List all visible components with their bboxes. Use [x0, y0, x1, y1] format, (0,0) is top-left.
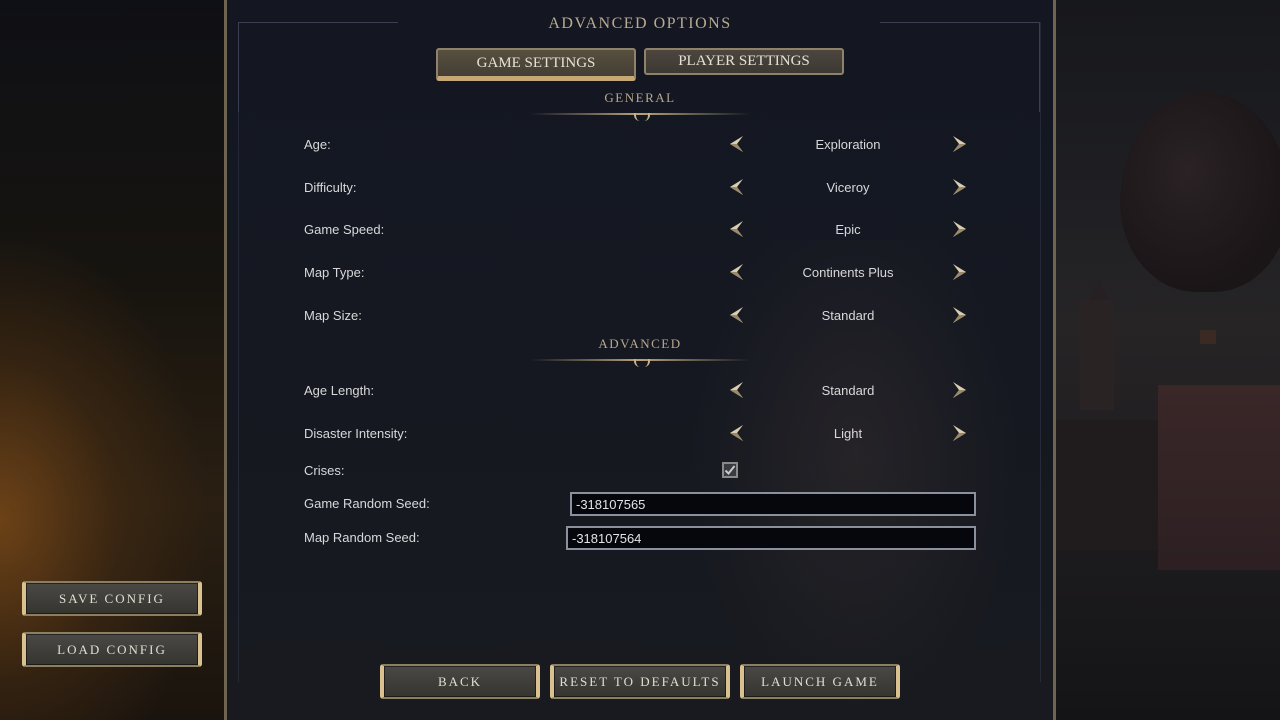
age-length-value: Standard	[821, 383, 875, 398]
map-size-prev-button[interactable]	[729, 306, 745, 324]
age-length-prev-button[interactable]	[729, 381, 745, 399]
age-next-button[interactable]	[951, 135, 967, 153]
age-length-label: Age Length:	[304, 383, 375, 398]
map-random-seed-input[interactable]	[566, 526, 976, 550]
tab-player-settings[interactable]: PLAYER SETTINGS	[644, 48, 844, 75]
crises-checkbox[interactable]	[722, 462, 738, 478]
chevron-left-icon	[730, 136, 743, 152]
background-tower	[1080, 300, 1114, 410]
chevron-left-icon	[730, 307, 743, 323]
difficulty-value: Viceroy	[826, 180, 870, 195]
section-divider-advanced	[530, 359, 750, 367]
background-wall	[1056, 420, 1166, 550]
save-config-button[interactable]: SAVE CONFIG	[22, 581, 202, 616]
map-random-seed-label: Map Random Seed:	[304, 530, 420, 545]
chevron-left-icon	[730, 179, 743, 195]
chevron-right-icon	[953, 136, 966, 152]
back-button[interactable]: BACK	[380, 664, 540, 699]
game-speed-value: Epic	[835, 222, 861, 237]
difficulty-next-button[interactable]	[951, 178, 967, 196]
background-fortress	[1158, 385, 1280, 570]
map-type-label: Map Type:	[304, 265, 365, 280]
game-speed-label: Game Speed:	[304, 222, 385, 237]
tab-game-settings[interactable]: GAME SETTINGS	[436, 48, 636, 81]
map-size-next-button[interactable]	[951, 306, 967, 324]
map-type-value: Continents Plus	[802, 265, 894, 280]
game-random-seed-input[interactable]	[570, 492, 976, 516]
game-speed-next-button[interactable]	[951, 220, 967, 238]
chevron-left-icon	[730, 264, 743, 280]
launch-game-button[interactable]: LAUNCH GAME	[740, 664, 900, 699]
map-size-value: Standard	[821, 308, 875, 323]
chevron-right-icon	[953, 179, 966, 195]
game-speed-prev-button[interactable]	[729, 220, 745, 238]
chevron-left-icon	[730, 425, 743, 441]
map-type-next-button[interactable]	[951, 263, 967, 281]
chevron-right-icon	[953, 264, 966, 280]
section-divider-general	[530, 113, 750, 121]
disaster-intensity-label: Disaster Intensity:	[304, 426, 408, 441]
section-header-advanced: ADVANCED	[598, 336, 682, 351]
page-title: ADVANCED OPTIONS	[548, 15, 732, 32]
disaster-intensity-value: Light	[833, 426, 863, 441]
chevron-left-icon	[730, 382, 743, 398]
age-label: Age:	[304, 137, 331, 152]
age-length-next-button[interactable]	[951, 381, 967, 399]
crises-label: Crises:	[304, 463, 345, 478]
reset-to-defaults-button[interactable]: RESET TO DEFAULTS	[550, 664, 730, 699]
chevron-right-icon	[953, 382, 966, 398]
disaster-intensity-prev-button[interactable]	[729, 424, 745, 442]
frame-line-left	[238, 22, 239, 682]
load-config-button[interactable]: LOAD CONFIG	[22, 632, 202, 667]
section-header-general: GENERAL	[604, 90, 676, 105]
age-prev-button[interactable]	[729, 135, 745, 153]
chevron-right-icon	[953, 425, 966, 441]
map-size-label: Map Size:	[304, 308, 362, 323]
chevron-right-icon	[953, 307, 966, 323]
frame-line-right	[1040, 22, 1041, 682]
game-random-seed-label: Game Random Seed:	[304, 496, 430, 511]
difficulty-prev-button[interactable]	[729, 178, 745, 196]
disaster-intensity-next-button[interactable]	[951, 424, 967, 442]
difficulty-label: Difficulty:	[304, 180, 357, 195]
age-value: Exploration	[815, 137, 881, 152]
check-icon	[724, 465, 736, 475]
map-type-prev-button[interactable]	[729, 263, 745, 281]
chevron-right-icon	[953, 221, 966, 237]
chevron-left-icon	[730, 221, 743, 237]
